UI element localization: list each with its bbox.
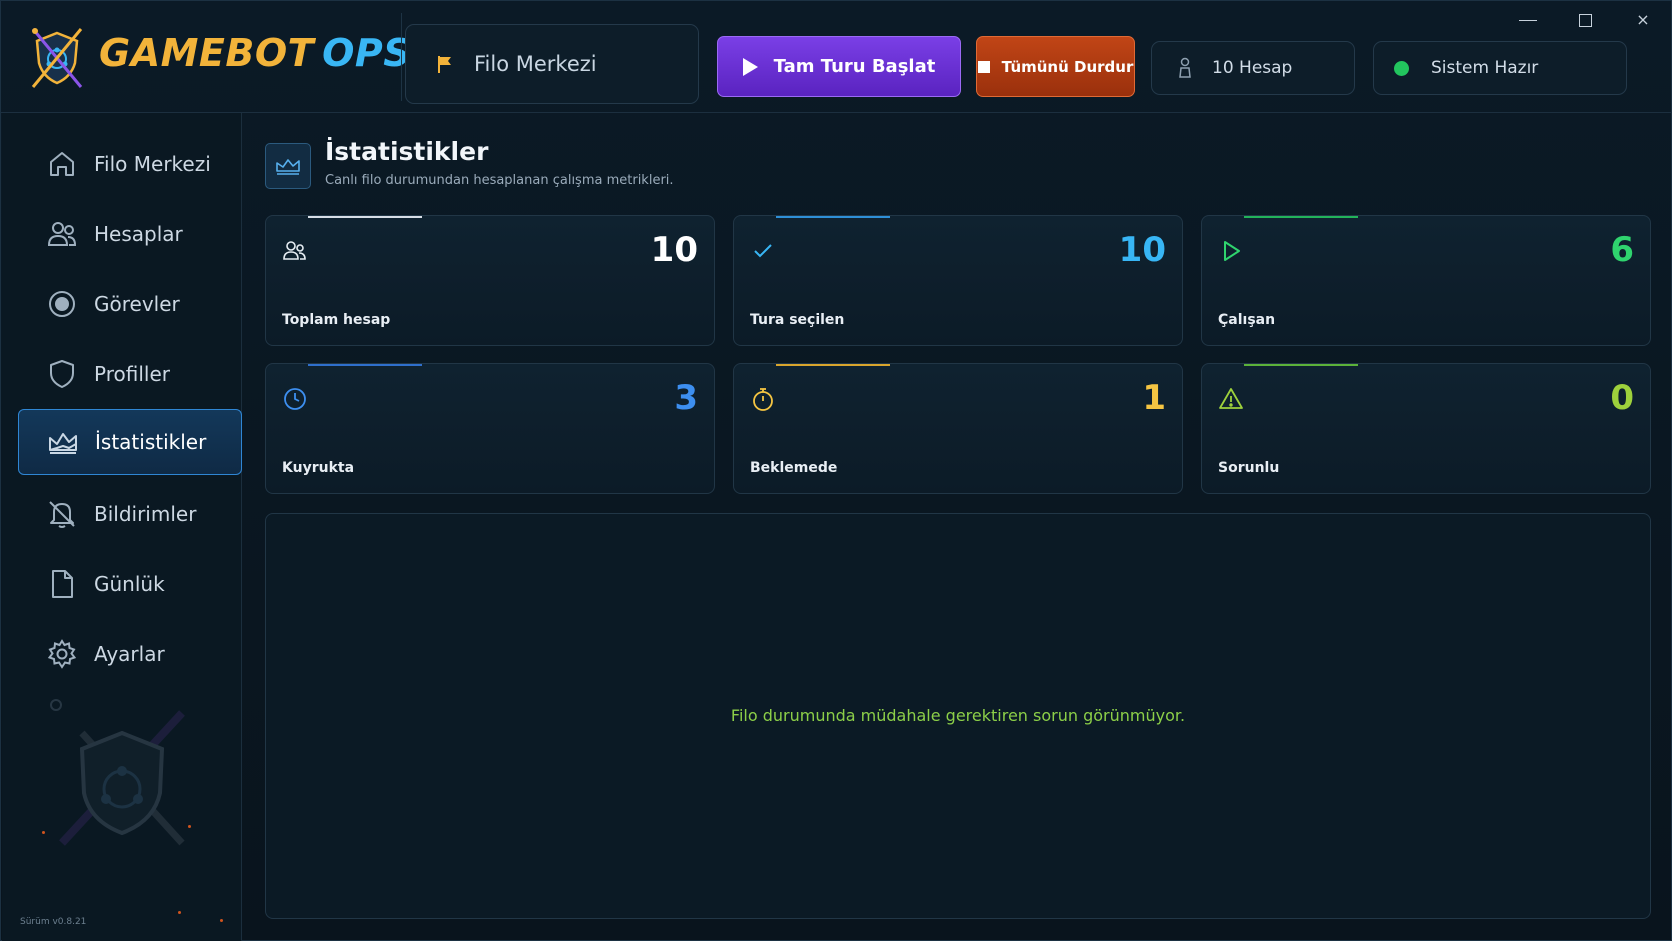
logo-text: GAMEBOT OPS xyxy=(99,31,411,75)
logo-emblem-icon xyxy=(31,28,83,88)
card-accent xyxy=(308,364,422,366)
sidebar-emblem-icon xyxy=(50,699,185,846)
stat-card-selected: 10 Tura seçilen xyxy=(733,215,1183,346)
stat-value: 10 xyxy=(650,230,698,270)
stat-label: Kuyrukta xyxy=(282,460,355,476)
timer-icon xyxy=(753,388,773,411)
spark-decoration xyxy=(178,911,181,914)
stat-value: 6 xyxy=(1610,230,1634,270)
sidebar-item-tasks[interactable]: Görevler xyxy=(18,271,242,337)
header-bar: GAMEBOT OPS Filo Merkezi Tam Turu Başlat … xyxy=(1,1,1672,113)
issues-panel: Filo durumunda müdahale gerektiren sorun… xyxy=(265,513,1651,919)
start-button-label: Tam Turu Başlat xyxy=(773,56,936,77)
flag-icon xyxy=(438,56,451,73)
file-icon xyxy=(52,570,73,598)
maximize-icon xyxy=(1578,14,1592,27)
page-title: İstatistikler xyxy=(325,137,489,166)
sidebar-item-fleet-center[interactable]: Filo Merkezi xyxy=(18,131,242,197)
stat-card-problematic: 0 Sorunlu xyxy=(1201,363,1651,494)
user-icon xyxy=(1179,57,1191,78)
page-subtitle: Canlı filo durumundan hesaplanan çalışma… xyxy=(325,173,674,188)
clock-icon xyxy=(284,388,306,410)
stat-card-waiting: 1 Beklemede xyxy=(733,363,1183,494)
card-accent xyxy=(1244,364,1358,366)
card-accent xyxy=(776,364,890,366)
close-icon: × xyxy=(1636,10,1650,29)
app-logo: GAMEBOT OPS xyxy=(27,25,411,89)
sidebar-item-label: Günlük xyxy=(94,572,165,596)
stat-card-total-accounts: 10 Toplam hesap xyxy=(265,215,715,346)
check-icon xyxy=(754,244,772,258)
spark-decoration xyxy=(220,919,223,922)
stop-button-label: Tümünü Durdur xyxy=(1001,57,1134,76)
header-divider xyxy=(401,13,402,101)
sidebar-item-notifications[interactable]: Bildirimler xyxy=(18,481,242,547)
sidebar-item-label: Profiller xyxy=(94,362,170,386)
sidebar-item-label: Filo Merkezi xyxy=(94,152,211,176)
warning-icon xyxy=(1219,388,1243,409)
version-label: Sürüm v0.8.21 xyxy=(20,917,87,927)
sidebar-item-log[interactable]: Günlük xyxy=(18,551,242,617)
stat-label: Tura seçilen xyxy=(750,312,845,328)
logo-text-part1: GAMEBOT xyxy=(99,31,315,75)
chart-icon xyxy=(276,159,300,175)
spark-decoration xyxy=(188,825,191,828)
system-status-label: Sistem Hazır xyxy=(1431,58,1539,78)
fleet-center-breadcrumb[interactable]: Filo Merkezi xyxy=(405,24,699,104)
sidebar-item-label: Hesaplar xyxy=(94,222,183,246)
sidebar: Filo Merkezi Hesaplar Görevler Profiller xyxy=(2,113,242,941)
home-icon xyxy=(50,152,74,176)
close-button[interactable]: × xyxy=(1623,7,1663,33)
stat-card-running: 6 Çalışan xyxy=(1201,215,1651,346)
accounts-count-label: 10 Hesap xyxy=(1212,58,1293,78)
minimize-icon xyxy=(1519,20,1537,21)
minimize-button[interactable] xyxy=(1508,7,1548,33)
stop-all-button[interactable]: Tümünü Durdur xyxy=(976,36,1135,97)
stat-card-queued: 3 Kuyrukta xyxy=(265,363,715,494)
card-accent xyxy=(1244,216,1358,218)
app-window: GAMEBOT OPS Filo Merkezi Tam Turu Başlat … xyxy=(0,0,1672,941)
stat-label: Beklemede xyxy=(750,460,838,476)
system-status-pill: Sistem Hazır xyxy=(1373,41,1627,95)
chart-icon xyxy=(49,433,77,454)
spark-decoration xyxy=(42,831,45,834)
sidebar-item-label: Bildirimler xyxy=(94,502,197,526)
sidebar-item-profiles[interactable]: Profiller xyxy=(18,341,242,407)
sidebar-item-statistics[interactable]: İstatistikler xyxy=(18,409,242,475)
gear-icon xyxy=(47,639,77,669)
sidebar-item-settings[interactable]: Ayarlar xyxy=(18,621,242,687)
target-icon xyxy=(49,291,75,317)
stat-label: Çalışan xyxy=(1218,312,1276,328)
stat-label: Sorunlu xyxy=(1218,460,1280,476)
stat-value: 1 xyxy=(1142,378,1166,418)
status-dot xyxy=(1394,60,1409,76)
users-icon xyxy=(283,241,306,260)
maximize-button[interactable] xyxy=(1565,7,1605,33)
accounts-count-pill[interactable]: 10 Hesap xyxy=(1151,41,1355,95)
start-full-tour-button[interactable]: Tam Turu Başlat xyxy=(717,36,961,97)
play-icon xyxy=(742,57,758,76)
bell-off-icon xyxy=(49,501,75,528)
users-icon xyxy=(47,222,77,246)
stat-value: 10 xyxy=(1118,230,1166,270)
stat-value: 3 xyxy=(674,378,698,418)
card-accent xyxy=(776,216,890,218)
sidebar-item-label: Ayarlar xyxy=(94,642,165,666)
logo-text-part2: OPS xyxy=(322,31,412,75)
page-icon xyxy=(265,143,311,189)
stop-icon xyxy=(977,60,990,73)
sidebar-item-label: Görevler xyxy=(94,292,180,316)
stat-label: Toplam hesap xyxy=(282,312,391,328)
no-issues-message: Filo durumunda müdahale gerektiren sorun… xyxy=(730,706,1186,725)
breadcrumb-label: Filo Merkezi xyxy=(474,52,597,76)
card-accent xyxy=(308,216,422,218)
shield-icon xyxy=(50,360,74,388)
sidebar-item-label: İstatistikler xyxy=(95,430,207,454)
sidebar-item-accounts[interactable]: Hesaplar xyxy=(18,201,242,267)
stat-value: 0 xyxy=(1610,378,1634,418)
play-icon xyxy=(1224,241,1240,261)
